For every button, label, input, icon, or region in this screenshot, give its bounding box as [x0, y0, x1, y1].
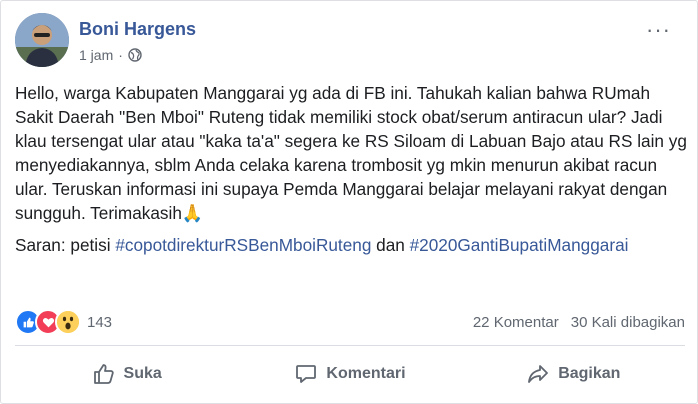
suggestion-prefix: Saran: petisi: [15, 235, 116, 255]
post-paragraph: Hello, warga Kabupaten Manggarai yg ada …: [15, 83, 687, 223]
comment-button[interactable]: Komentari: [238, 362, 461, 386]
post-card: Boni Hargens 1 jam · ··· Hello, warga Ka…: [0, 0, 698, 404]
globe-icon[interactable]: [128, 48, 142, 62]
more-options-icon[interactable]: ···: [646, 19, 671, 41]
like-button[interactable]: Suka: [15, 362, 238, 386]
avatar[interactable]: [15, 13, 69, 67]
wow-icon[interactable]: [55, 309, 81, 335]
share-count[interactable]: 30 Kali dibagikan: [571, 314, 685, 331]
share-label: Bagikan: [558, 365, 621, 382]
suggestion-connector: dan: [371, 235, 410, 255]
thumbs-up-icon: [93, 364, 114, 384]
post-time[interactable]: 1 jam: [79, 47, 113, 63]
meta-separator: ·: [118, 47, 123, 63]
post-stats: 22 Komentar 30 Kali dibagikan: [473, 314, 685, 331]
comment-count[interactable]: 22 Komentar: [473, 314, 559, 331]
author-name[interactable]: Boni Hargens: [79, 19, 196, 40]
comment-label: Komentari: [326, 365, 406, 382]
share-icon: [528, 365, 549, 383]
post-meta: 1 jam ·: [79, 47, 142, 63]
post-suggestion: Saran: petisi #copotdirekturRSBenMboiRut…: [15, 233, 687, 257]
divider: [15, 345, 685, 346]
hashtag-link[interactable]: #2020GantiBupatiManggarai: [410, 235, 629, 255]
action-bar: Suka Komentari Bagikan: [15, 351, 685, 397]
like-label: Suka: [123, 365, 162, 382]
reaction-count[interactable]: 143: [87, 314, 112, 331]
hashtag-link[interactable]: #copotdirekturRSBenMboiRuteng: [115, 235, 371, 255]
post-body: Hello, warga Kabupaten Manggarai yg ada …: [15, 81, 687, 265]
reactions-bar: 143 22 Komentar 30 Kali dibagikan: [15, 309, 685, 335]
post-header: Boni Hargens 1 jam · ···: [15, 13, 685, 69]
share-button[interactable]: Bagikan: [462, 362, 685, 386]
comment-icon: [296, 365, 317, 383]
